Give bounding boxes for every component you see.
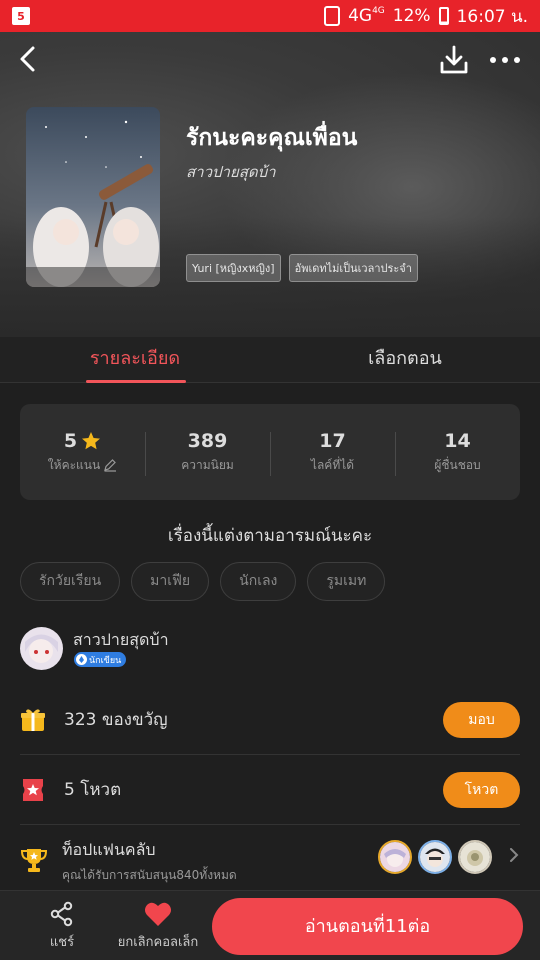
share-label: แชร์ xyxy=(49,935,75,950)
likes-label: ไลค์ที่ได้ xyxy=(310,457,355,472)
book-tags: Yuri [หญิงxหญิง] อัพเดทไม่เป็นเวลาประจำ xyxy=(186,254,418,282)
tab-details[interactable]: รายละเอียด xyxy=(0,337,270,383)
writer-badge-label: นักเขียน xyxy=(89,655,122,666)
vote-button[interactable]: โหวต xyxy=(443,771,520,808)
pencil-icon xyxy=(104,459,117,472)
download-icon[interactable] xyxy=(438,44,470,76)
vote-ticket-icon xyxy=(23,778,43,801)
more-options-icon[interactable] xyxy=(488,46,522,74)
vote-row: 5 โหวต โหวต xyxy=(20,755,520,825)
stat-rating[interactable]: 5 ให้คะแนน xyxy=(20,430,145,475)
writer-name[interactable]: สาวปายสุดบ้า xyxy=(73,628,169,653)
clock: 16:07 น. xyxy=(456,6,528,27)
rating-label: ให้คะแนน xyxy=(47,457,101,472)
tab-chapters[interactable]: เลือกตอน xyxy=(270,337,540,382)
stats-panel: 5 ให้คะแนน 389 ความนิยม 17 ไลค์ที่ได้ 14… xyxy=(20,404,520,500)
star-icon xyxy=(82,431,101,449)
tag-category[interactable]: Yuri [หญิงxหญิง] xyxy=(186,254,281,282)
gift-icon xyxy=(21,708,45,731)
share-button[interactable]: แชร์ xyxy=(40,901,84,952)
unfavorite-button[interactable]: ยกเลิกคอลเล็ก xyxy=(112,901,204,952)
popularity-value: 389 xyxy=(187,429,228,452)
vote-count: 5 โหวต xyxy=(64,780,122,800)
status-bar: 5 4G 4G 12% 16:07 น. xyxy=(0,0,540,32)
gift-count: 323 ของขวัญ xyxy=(64,710,168,730)
give-gift-button[interactable]: มอบ xyxy=(443,701,520,738)
book-header: รักนะคะคุณเพื่อน สาวปายสุดบ้า Yuri [หญิง… xyxy=(0,32,540,337)
fans-value: 14 xyxy=(444,429,471,452)
top-fanclub-row[interactable]: ท็อปแฟนคลับ คุณได้รับการสนับสนุน840ทั้งห… xyxy=(20,826,520,888)
share-icon xyxy=(50,901,73,927)
stat-popularity: 389 ความนิยม xyxy=(145,429,270,476)
synopsis-text: เรื่องนี้แต่งตามอารมณ์นะคะ xyxy=(167,526,373,546)
network-sup-indicator: 4G xyxy=(372,6,385,16)
unfavorite-label: ยกเลิกคอลเล็ก xyxy=(117,935,199,950)
pen-nib-icon xyxy=(76,654,87,665)
tab-bar: รายละเอียด เลือกตอน xyxy=(0,337,540,383)
fanclub-subtitle: คุณได้รับการสนับสนุน840ทั้งหมด xyxy=(62,868,237,882)
genre-chips: รักวัยเรียน มาเฟีย นักเลง รูมเมท xyxy=(20,562,386,601)
fans-label: ผู้ชื่นชอบ xyxy=(434,457,481,472)
network-indicator: 4G xyxy=(348,6,373,26)
writer-badge: นักเขียน xyxy=(74,652,127,667)
fan-avatar[interactable] xyxy=(418,840,452,874)
fan-avatars xyxy=(378,840,492,874)
book-author[interactable]: สาวปายสุดบ้า xyxy=(186,160,276,184)
html5-app-icon: 5 xyxy=(12,7,30,25)
fanclub-title: ท็อปแฟนคลับ xyxy=(62,840,156,859)
genre-chip[interactable]: รักวัยเรียน xyxy=(20,562,121,601)
continue-reading-button[interactable]: อ่านตอนที่11ต่อ xyxy=(212,898,523,955)
genre-chip[interactable]: รูมเมท xyxy=(307,562,386,601)
rating-value: 5 xyxy=(63,429,78,452)
gift-row: 323 ของขวัญ มอบ xyxy=(20,685,520,755)
genre-chip[interactable]: นักเลง xyxy=(220,562,297,601)
back-arrow-icon[interactable] xyxy=(14,44,44,74)
battery-icon xyxy=(438,7,449,25)
tag-update-status: อัพเดทไม่เป็นเวลาประจำ xyxy=(288,254,418,282)
stat-fans: 14 ผู้ชื่นชอบ xyxy=(395,429,520,476)
book-cover xyxy=(26,107,160,287)
fan-avatar[interactable] xyxy=(378,840,412,874)
fan-avatar[interactable] xyxy=(458,840,492,874)
chevron-right-icon[interactable] xyxy=(508,848,520,862)
bottom-action-bar: แชร์ ยกเลิกคอลเล็ก อ่านตอนที่11ต่อ xyxy=(0,890,540,960)
trophy-icon xyxy=(20,849,48,872)
stat-likes: 17 ไลค์ที่ได้ xyxy=(270,429,395,476)
writer-avatar[interactable] xyxy=(20,627,63,670)
vibrate-icon xyxy=(324,6,341,26)
genre-chip[interactable]: มาเฟีย xyxy=(131,562,210,601)
popularity-label: ความนิยม xyxy=(181,457,234,472)
likes-value: 17 xyxy=(319,429,346,452)
book-title: รักนะคะคุณเพื่อน xyxy=(186,125,358,151)
battery-percent: 12% xyxy=(392,6,431,26)
heart-icon xyxy=(145,902,171,926)
